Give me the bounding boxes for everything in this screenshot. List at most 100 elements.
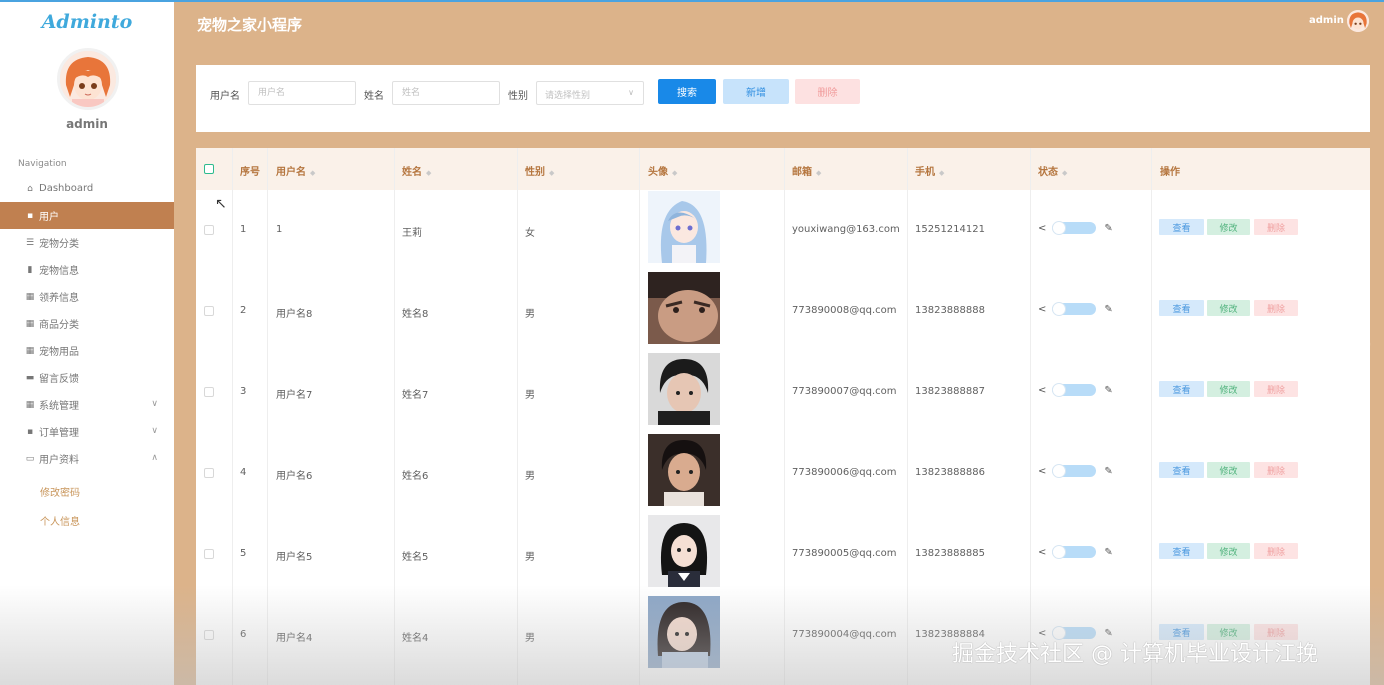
prev-arrow-icon[interactable]: ‹ [6, 326, 18, 361]
column-header-phone[interactable]: 手机 ◆ [915, 163, 944, 178]
sidebar-item-pet-supplies[interactable]: ▦ 宠物用品 [0, 337, 174, 364]
pencil-icon[interactable]: ✎ [1104, 304, 1112, 315]
column-header-username[interactable]: 用户名 ◆ [276, 163, 315, 178]
row-checkbox[interactable] [204, 549, 214, 559]
view-button[interactable]: 查看 [1159, 219, 1204, 235]
pencil-icon[interactable]: ✎ [1104, 466, 1112, 477]
sidebar-item-label: Dashboard [39, 183, 94, 194]
row-checkbox[interactable] [204, 468, 214, 478]
gender-select[interactable]: 请选择性别 ∨ [536, 81, 644, 105]
sidebar-item-pet-info[interactable]: ▮ 宠物信息 [0, 256, 174, 283]
row-index: 3 [240, 386, 247, 397]
bar-chart-icon: ▮ [27, 264, 33, 275]
pencil-icon[interactable]: ✎ [1104, 547, 1112, 558]
status-toggle[interactable] [1052, 464, 1097, 478]
view-button[interactable]: 查看 [1159, 381, 1204, 397]
row-delete-button[interactable]: 删除 [1254, 543, 1298, 559]
row-avatar-image[interactable] [648, 353, 720, 425]
row-email: 773890008@qq.com [792, 305, 897, 316]
column-header-name[interactable]: 姓名 ◆ [402, 163, 431, 178]
row-status: < ✎ [1038, 464, 1113, 478]
row-checkbox[interactable] [204, 225, 214, 235]
row-checkbox[interactable] [204, 306, 214, 316]
column-header-status[interactable]: 状态 ◆ [1038, 163, 1067, 178]
grid-icon: ▦ [25, 318, 35, 329]
sidebar-subitem-personal-info[interactable]: 个人信息 [40, 513, 80, 528]
sidebar-item-product-category[interactable]: ▦ 商品分类 [0, 310, 174, 337]
column-header-actions: 操作 [1160, 167, 1180, 178]
sidebar-item-profile[interactable]: ▭ 用户资料 ∧ [0, 445, 174, 472]
row-delete-button[interactable]: 删除 [1254, 462, 1298, 478]
view-button[interactable]: 查看 [1159, 543, 1204, 559]
edit-button[interactable]: 修改 [1207, 381, 1250, 397]
brand-logo[interactable]: Adminto [0, 11, 174, 33]
sidebar-avatar[interactable] [57, 48, 119, 110]
row-avatar-image[interactable] [648, 272, 720, 344]
name-label: 姓名 [364, 91, 384, 102]
pencil-icon[interactable]: ✎ [1104, 385, 1112, 396]
row-gender: 男 [525, 309, 535, 320]
row-status: < ✎ [1038, 383, 1113, 397]
view-button[interactable]: 查看 [1159, 462, 1204, 478]
edit-button[interactable]: 修改 [1207, 300, 1250, 316]
column-header-gender[interactable]: 性别 ◆ [525, 163, 554, 178]
row-gender: 男 [525, 552, 535, 563]
row-index: 4 [240, 467, 247, 478]
sidebar-item-adoption[interactable]: ▦ 领养信息 [0, 283, 174, 310]
header-avatar[interactable] [1347, 10, 1369, 32]
sidebar-item-pet-category[interactable]: ☰ 宠物分类 [0, 229, 174, 256]
edit-button[interactable]: 修改 [1207, 543, 1250, 559]
search-button[interactable]: 搜索 [658, 79, 716, 104]
briefcase-icon: ▬ [25, 372, 35, 383]
sidebar-item-label: 商品分类 [39, 320, 79, 331]
sidebar-item-label: 宠物分类 [39, 239, 79, 250]
row-email: 773890006@qq.com [792, 467, 897, 478]
sidebar-item-system[interactable]: ▦ 系统管理 ∨ [0, 391, 174, 418]
name-input[interactable] [392, 81, 500, 105]
sidebar-item-label: 宠物用品 [39, 347, 79, 358]
delete-button[interactable]: 删除 [795, 79, 860, 104]
row-username: 1 [276, 224, 283, 235]
sidebar-item-dashboard[interactable]: ⌂ Dashboard [0, 175, 174, 202]
select-all-checkbox[interactable] [204, 164, 214, 174]
status-toggle[interactable] [1052, 221, 1097, 235]
status-toggle[interactable] [1052, 383, 1097, 397]
status-toggle[interactable] [1052, 302, 1097, 316]
sidebar-item-users[interactable]: ▪ 用户 [0, 202, 174, 229]
username-input[interactable] [248, 81, 356, 105]
row-delete-button[interactable]: 删除 [1254, 219, 1298, 235]
status-toggle[interactable] [1052, 545, 1097, 559]
sidebar-item-orders[interactable]: ▪ 订单管理 ∨ [0, 418, 174, 445]
edit-button[interactable]: 修改 [1207, 462, 1250, 478]
share-icon[interactable]: < [1038, 466, 1046, 477]
row-avatar-image[interactable] [648, 434, 720, 506]
share-icon[interactable]: < [1038, 304, 1046, 315]
share-icon[interactable]: < [1038, 547, 1046, 558]
row-username: 用户名7 [276, 390, 313, 401]
column-header-avatar[interactable]: 头像 ◆ [648, 163, 677, 178]
grid-icon: ▦ [25, 345, 35, 356]
header-username[interactable]: admin [1309, 15, 1344, 26]
row-username: 用户名5 [276, 552, 313, 563]
edit-button[interactable]: 修改 [1207, 219, 1250, 235]
pencil-icon[interactable]: ✎ [1104, 223, 1112, 234]
next-arrow-icon[interactable]: › [1360, 326, 1372, 361]
sidebar-item-label: 用户 [39, 212, 59, 223]
row-checkbox[interactable] [204, 630, 214, 640]
row-avatar-image[interactable] [648, 515, 720, 587]
sidebar-subitem-change-password[interactable]: 修改密码 [40, 484, 80, 499]
row-checkbox[interactable] [204, 387, 214, 397]
share-icon[interactable]: < [1038, 223, 1046, 234]
column-header-email[interactable]: 邮箱 ◆ [792, 163, 821, 178]
row-delete-button[interactable]: 删除 [1254, 300, 1298, 316]
list-icon: ☰ [25, 237, 35, 248]
view-button[interactable]: 查看 [1159, 300, 1204, 316]
share-icon[interactable]: < [1038, 385, 1046, 396]
row-delete-button[interactable]: 删除 [1254, 381, 1298, 397]
row-gender: 男 [525, 471, 535, 482]
sidebar-item-feedback[interactable]: ▬ 留言反馈 [0, 364, 174, 391]
row-avatar-image[interactable] [648, 596, 720, 668]
row-avatar-image[interactable] [648, 191, 720, 263]
row-phone: 13823888888 [915, 305, 985, 316]
add-button[interactable]: 新增 [723, 79, 789, 104]
